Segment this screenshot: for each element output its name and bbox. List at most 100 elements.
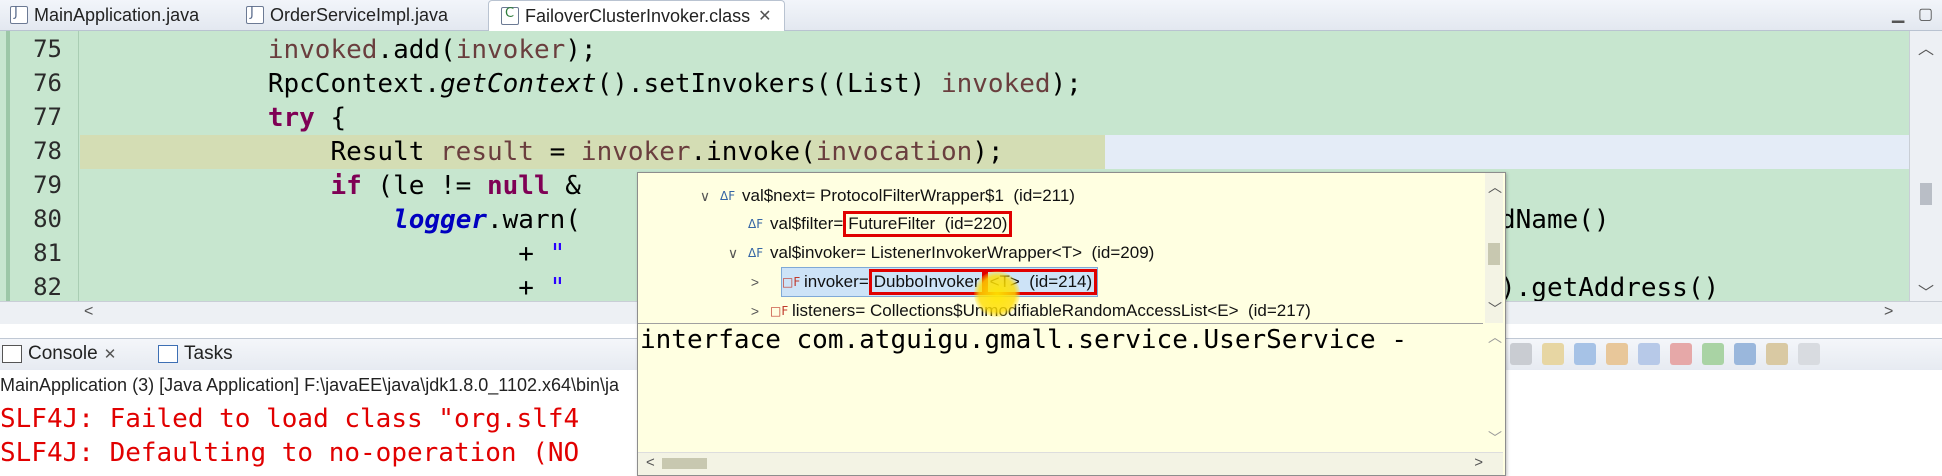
minimize-icon[interactable]: ▁	[1892, 4, 1904, 24]
line-number: 80	[33, 205, 62, 233]
node-id: (id=211)	[1013, 186, 1075, 205]
open-console-icon[interactable]	[1766, 343, 1788, 365]
word-wrap-icon[interactable]	[1606, 343, 1628, 365]
code-text: + "	[80, 239, 566, 269]
tab-label: MainApplication.java	[34, 4, 200, 25]
scroll-down-icon[interactable]: ﹀	[1918, 279, 1934, 303]
minimize-view-icon[interactable]	[1798, 343, 1820, 365]
node-id: (id=220)	[944, 214, 1008, 233]
scroll-down-icon[interactable]: ﹀	[1488, 428, 1502, 448]
code-text: + "	[80, 273, 566, 301]
highlight-box: FutureFilter (id=220)	[843, 211, 1013, 237]
tree-node-listeners[interactable]: > □F listeners = Collections$Unmodifiable…	[748, 297, 1311, 323]
line-number: 75	[33, 35, 62, 63]
collapse-arrow-icon[interactable]: ∨	[726, 245, 740, 262]
code-line: 77 try {	[0, 101, 1910, 135]
node-value: ProtocolFilterWrapper$1	[819, 186, 1004, 205]
clear-console-icon[interactable]	[1542, 343, 1564, 365]
node-name: val$next	[742, 186, 806, 205]
tab-failoverclusterinvoker[interactable]: FailoverClusterInvoker.class ✕	[488, 0, 785, 31]
tab-label: FailoverClusterInvoker.class	[525, 5, 751, 26]
code-text-fragment: dName()	[1500, 205, 1610, 235]
code-text-fragment: ).getAddress()	[1500, 273, 1720, 301]
line-number: 78	[33, 137, 62, 165]
detail-pane-text[interactable]: interface com.atguigu.gmall.service.User…	[640, 325, 1480, 465]
code-text: invoked.add(invoker);	[267, 35, 597, 65]
class-file-icon	[501, 6, 519, 25]
node-value: DubboInvoker	[873, 272, 980, 291]
pin-console-icon[interactable]	[1702, 343, 1724, 365]
node-name: val$invoker	[770, 243, 856, 262]
code-text: try {	[267, 103, 347, 133]
node-value: ListenerInvokerWrapper<T>	[870, 243, 1083, 262]
popup-divider	[638, 323, 1483, 324]
tab-label: OrderServiceImpl.java	[270, 4, 449, 25]
scroll-thumb[interactable]	[1488, 243, 1500, 265]
java-file-icon	[246, 5, 264, 24]
scroll-up-icon[interactable]: ︿	[1918, 35, 1934, 59]
code-text: RpcContext.getContext().setInvokers((Lis…	[80, 69, 1082, 99]
scroll-thumb[interactable]	[1920, 183, 1932, 205]
node-id: (id=217)	[1247, 301, 1311, 320]
scroll-left-icon[interactable]: <	[646, 454, 655, 471]
tab-orderserviceimpl[interactable]: OrderServiceImpl.java	[236, 0, 458, 30]
code-text: if (le != null &	[330, 171, 581, 201]
current-code-line: 78 Result result = invoker.invoke(invoca…	[0, 135, 1910, 169]
scroll-thumb[interactable]	[662, 458, 707, 469]
field-icon: ΔF	[748, 246, 764, 260]
variable-tree[interactable]: ∨ ΔF val$next = ProtocolFilterWrapper$1 (…	[638, 173, 1483, 323]
mouse-cursor-highlight	[974, 271, 1020, 317]
show-stderr-icon[interactable]	[1670, 343, 1692, 365]
scroll-right-icon[interactable]: >	[1884, 303, 1893, 321]
java-file-icon	[10, 5, 28, 24]
scroll-up-icon[interactable]: ︿	[1488, 177, 1502, 197]
line-number: 77	[33, 103, 62, 131]
tree-node-val-next[interactable]: ∨ ΔF val$next = ProtocolFilterWrapper$1 (…	[698, 182, 1075, 210]
tab-label: Tasks	[184, 343, 233, 364]
node-name: invoker	[804, 272, 859, 291]
tree-vertical-scrollbar[interactable]: ︿ ﹀	[1485, 173, 1503, 323]
node-id: (id=209)	[1091, 243, 1155, 262]
tree-node-val-filter[interactable]: ΔF val$filter = FutureFilter (id=220)	[748, 210, 1013, 238]
line-number: 76	[33, 69, 62, 97]
tab-mainapplication[interactable]: MainApplication.java	[0, 0, 209, 30]
collapse-arrow-icon[interactable]: ∨	[698, 188, 712, 205]
code-line: 75 invoked.add(invoker);	[0, 33, 1910, 67]
maximize-icon[interactable]: ▢	[1918, 4, 1933, 24]
detail-horizontal-scrollbar[interactable]: < >	[638, 452, 1503, 475]
field-icon: ΔF	[720, 189, 736, 203]
expand-arrow-icon[interactable]: >	[748, 274, 762, 290]
editor-tab-bar: MainApplication.java OrderServiceImpl.ja…	[0, 0, 1942, 31]
remove-launch-icon[interactable]	[1510, 343, 1532, 365]
tab-tasks[interactable]: Tasks	[158, 343, 233, 365]
tree-node-val-invoker[interactable]: ∨ ΔF val$invoker = ListenerInvokerWrapper…	[726, 239, 1154, 267]
node-id: (id=214)	[1029, 272, 1093, 291]
detail-vertical-scrollbar[interactable]: ︿ ﹀	[1485, 325, 1503, 450]
debug-inspect-popup[interactable]: ∨ ΔF val$next = ProtocolFilterWrapper$1 (…	[637, 172, 1506, 476]
expand-arrow-icon[interactable]: >	[748, 303, 762, 319]
editor-vertical-scrollbar[interactable]: ︿ ﹀	[1909, 31, 1942, 303]
close-tab-icon[interactable]: ✕	[104, 345, 117, 363]
node-value: FutureFilter	[848, 214, 936, 233]
tab-label: Console	[28, 343, 98, 364]
code-text: logger.warn(	[393, 205, 581, 235]
line-number: 81	[33, 239, 62, 267]
private-field-icon: □F	[782, 275, 801, 289]
close-tab-icon[interactable]: ✕	[758, 6, 771, 26]
code-line: 76 RpcContext.getContext().setInvokers((…	[0, 67, 1910, 101]
scroll-left-icon[interactable]: <	[84, 303, 93, 321]
show-stdout-icon[interactable]	[1638, 343, 1660, 365]
display-console-icon[interactable]	[1734, 343, 1756, 365]
scroll-down-icon[interactable]: ﹀	[1488, 299, 1502, 319]
node-value: Collections$UnmodifiableRandomAccessList…	[869, 301, 1239, 320]
highlight-box: DubboInvoker	[868, 269, 985, 295]
scroll-up-icon[interactable]: ︿	[1488, 327, 1502, 347]
console-toolbar	[1510, 343, 1820, 365]
scroll-lock-icon[interactable]	[1574, 343, 1596, 365]
tasks-icon	[158, 345, 178, 363]
tab-console[interactable]: Console ✕	[2, 343, 116, 365]
private-field-icon: □F	[770, 304, 789, 318]
line-number: 82	[33, 273, 62, 301]
tree-node-invoker[interactable]: > □F invoker= DubboInvoker<T> (id=214)	[751, 267, 1099, 297]
scroll-right-icon[interactable]: >	[1474, 454, 1483, 471]
